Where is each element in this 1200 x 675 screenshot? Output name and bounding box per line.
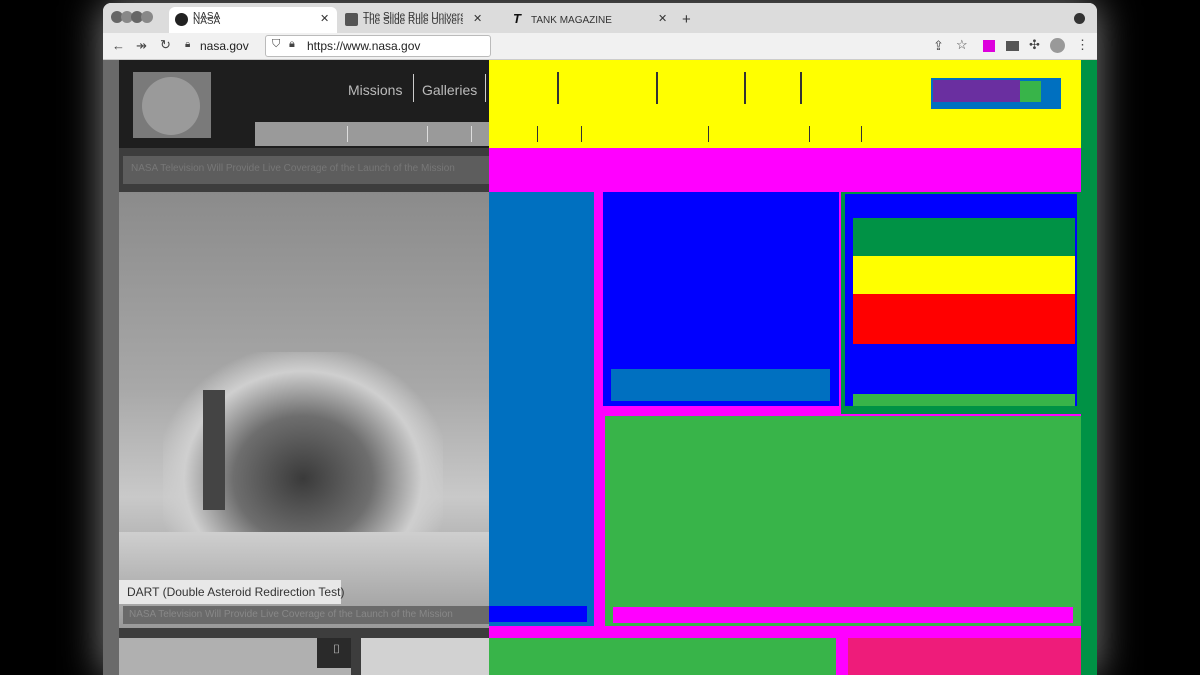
tab-slide-rule[interactable]: The Slide Rule Universe, literally The S… <box>339 7 489 33</box>
slide-rule-favicon <box>345 13 358 26</box>
green-frame <box>841 192 1081 414</box>
feature-image[interactable] <box>119 192 489 628</box>
lock-icon: 🔒︎ <box>185 39 191 50</box>
bottom-pink-block <box>848 638 1081 675</box>
lock-icon: 🔒︎ <box>289 38 295 50</box>
nav-missions[interactable]: Missions <box>348 82 402 98</box>
tab-nasa[interactable]: NASA NASA ✕ <box>169 7 337 33</box>
url-field[interactable]: ⛉ 🔒︎ https://www.nasa.gov <box>265 35 491 57</box>
star-icon[interactable]: ☆ <box>956 37 968 53</box>
tab-close-icon[interactable]: ✕ <box>473 12 482 25</box>
nasa-site: Missions Galleries NASA Television Will … <box>103 60 489 675</box>
right-edge-bar <box>1081 60 1097 675</box>
tab-bar: NASA NASA ✕ The Slide Rule Universe, lit… <box>103 3 1097 33</box>
tab-title: TANK MAGAZINE <box>531 15 612 26</box>
extension-icon[interactable] <box>1006 41 1019 51</box>
color-layout <box>489 60 1097 675</box>
green-card[interactable] <box>605 416 1081 626</box>
menu-icon[interactable]: ⋮ <box>1076 37 1089 53</box>
bottom-green-block <box>489 638 836 675</box>
nasa-logo[interactable] <box>133 72 211 138</box>
browser-window: NASA NASA ✕ The Slide Rule Universe, lit… <box>103 3 1097 675</box>
left-column-block <box>489 192 594 626</box>
domain-label: nasa.gov <box>200 39 249 53</box>
search-bar[interactable] <box>255 122 489 146</box>
reload-icon[interactable]: ↻ <box>160 37 171 53</box>
tab-search-icon[interactable] <box>1074 13 1085 24</box>
tab-tank-magazine[interactable]: T TANK MAGAZINE ✕ <box>507 7 677 33</box>
header-widget[interactable] <box>931 78 1061 109</box>
feature-subcaption: NASA Television Will Provide Live Covera… <box>123 606 489 624</box>
gallery-thumbnail[interactable] <box>361 638 489 675</box>
news-banner[interactable]: NASA Television Will Provide Live Covera… <box>123 156 489 184</box>
gallery-thumbnail[interactable]: ⌷ <box>119 638 351 675</box>
camera-icon: ⌷ <box>333 642 341 656</box>
tab-title-shadow: The Slide Rule Universe, literally <box>363 17 463 26</box>
address-bar: ← ↠ ↻ 🔒︎ nasa.gov ⛉ 🔒︎ https://www.nasa.… <box>103 33 1097 60</box>
tab-close-icon[interactable]: ✕ <box>658 12 667 25</box>
tank-favicon: T <box>513 11 521 26</box>
blue-card[interactable] <box>603 192 839 406</box>
nav-galleries[interactable]: Galleries <box>422 82 477 98</box>
feature-caption[interactable]: DART (Double Asteroid Redirection Test) <box>119 580 344 604</box>
page-viewport: Missions Galleries NASA Television Will … <box>103 60 1097 675</box>
tab-close-icon[interactable]: ✕ <box>320 12 329 25</box>
tab-title-shadow: NASA <box>193 16 221 27</box>
profile-icon[interactable] <box>1050 38 1065 53</box>
forward-icon[interactable]: ↠ <box>136 38 147 54</box>
shield-icon: ⛉ <box>272 38 281 50</box>
window-controls[interactable] <box>111 10 155 24</box>
url-text: https://www.nasa.gov <box>307 39 421 53</box>
share-icon[interactable]: ⇪ <box>933 38 944 54</box>
puzzle-icon[interactable]: ✣ <box>1029 37 1040 53</box>
extension-icon[interactable] <box>983 40 995 52</box>
yellow-header <box>489 60 1081 148</box>
back-icon[interactable]: ← <box>112 38 125 53</box>
rocket-tower <box>203 390 225 510</box>
new-tab-button[interactable]: + <box>682 11 691 28</box>
nasa-favicon <box>175 13 188 26</box>
